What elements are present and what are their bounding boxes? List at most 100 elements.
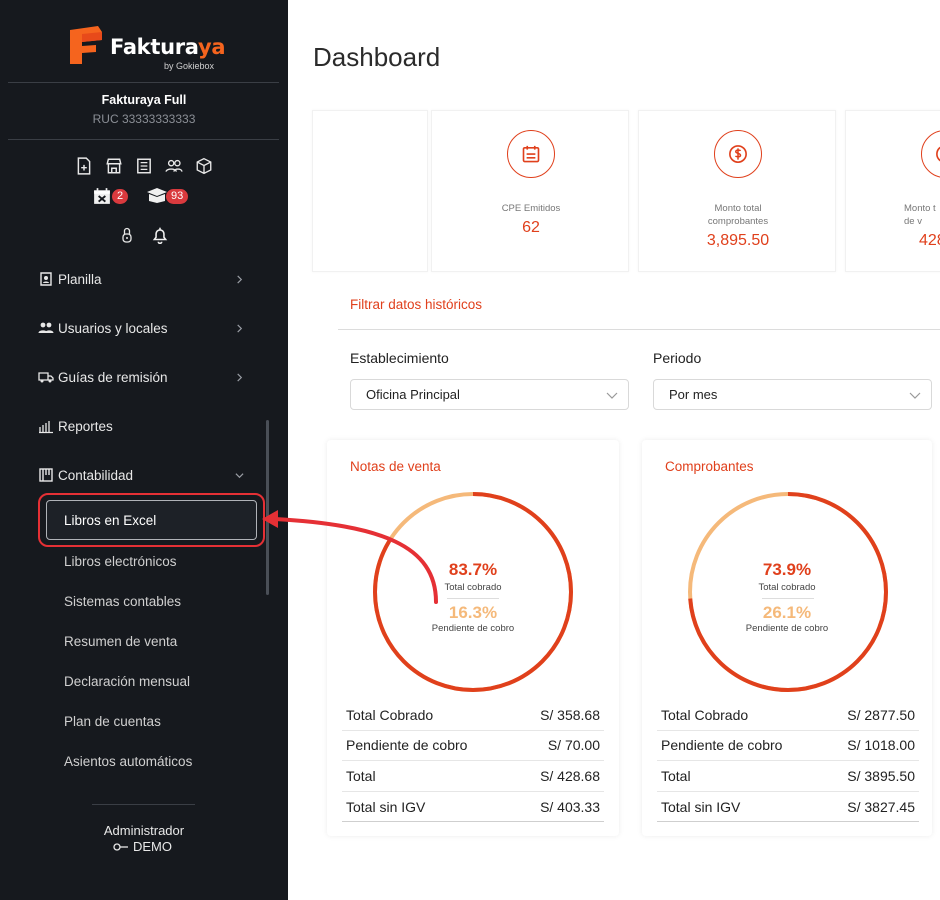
box-badge: 93: [166, 189, 189, 204]
table-row: Total sin IGV S/ 403.33: [342, 792, 604, 823]
brand-subtitle: by Gokiebox: [164, 61, 215, 71]
chevron-down-icon: [909, 392, 921, 399]
filter-title: Filtrar datos históricos: [350, 297, 483, 312]
table-row: Total S/ 3895.50: [657, 761, 919, 792]
stat-value: 3,895.50: [706, 232, 770, 249]
stat-card-monto-venta: Monto t de v 428: [845, 110, 940, 272]
box-icon[interactable]: [195, 157, 213, 175]
table-row: Total Cobrado S/ 358.68: [342, 700, 604, 731]
truck-icon: [38, 372, 54, 383]
dollar-icon: [936, 146, 940, 162]
stat-label: CPE Emitidos: [501, 203, 561, 214]
pending-label: Pendiente de cobro: [431, 623, 515, 634]
stat-value: 62: [522, 219, 540, 236]
menu-item-usuarios[interactable]: Usuarios y locales: [38, 316, 250, 340]
page-title: Dashboard: [313, 42, 441, 72]
company-name: Fakturaya Full: [101, 93, 187, 107]
period-label: Periodo: [653, 350, 702, 366]
user-role: Administrador: [103, 823, 185, 838]
key-icon: [113, 842, 128, 851]
stat-card-cpe: CPE Emitidos 62: [431, 110, 629, 272]
table-row: Pendiente de cobro S/ 70.00: [342, 731, 604, 762]
card-notas-venta: Notas de venta 83.7% Total cobrado 16.3%…: [327, 440, 619, 836]
menu-item-guias[interactable]: Guías de remisión: [38, 365, 250, 389]
system-actions: [119, 226, 169, 244]
submenu-item-plan-cuentas[interactable]: Plan de cuentas: [64, 714, 161, 729]
brand-logo[interactable]: Fakturaya by Gokiebox: [68, 24, 228, 74]
lock-icon[interactable]: [119, 226, 135, 244]
menu-item-reportes[interactable]: Reportes: [38, 414, 250, 438]
menu-item-contabilidad[interactable]: Contabilidad: [38, 463, 250, 487]
divider: [92, 804, 195, 805]
stat-label: Monto t de v: [904, 203, 936, 227]
dollar-icon: [729, 145, 747, 163]
chevron-right-icon: [237, 274, 243, 284]
company-ruc: RUC 33333333333: [92, 112, 196, 126]
stat-icon-circle: [921, 130, 940, 178]
badge-icon: [40, 272, 52, 286]
totals-table: Total Cobrado S/ 358.68 Pendiente de cobr…: [342, 700, 604, 823]
bar-chart-icon: [39, 421, 53, 434]
chevron-right-icon: [237, 323, 243, 333]
submenu-item-resumen-venta[interactable]: Resumen de venta: [64, 634, 177, 649]
ledger-icon: [39, 468, 53, 482]
calendar-badge: 2: [112, 189, 129, 204]
stat-card-monto: Monto total comprobantes 3,895.50: [638, 110, 836, 272]
submenu-item-sistemas-contables[interactable]: Sistemas contables: [64, 594, 181, 609]
submenu-item-libros-electronicos[interactable]: Libros electrónicos: [64, 554, 177, 569]
users-icon: [38, 322, 54, 333]
divider: [338, 329, 940, 330]
establishment-label: Establecimiento: [350, 350, 449, 366]
notification-badges: 2 93: [93, 185, 203, 207]
pending-percent: 16.3%: [448, 603, 498, 622]
collected-percent: 73.9%: [762, 560, 812, 579]
collected-label: Total cobrado: [758, 582, 816, 593]
store-icon[interactable]: [105, 157, 123, 175]
divider: [8, 139, 279, 140]
chevron-down-icon: [235, 472, 244, 478]
bell-icon[interactable]: [151, 226, 169, 244]
card-title: Comprobantes: [665, 459, 754, 474]
collected-percent: 83.7%: [448, 560, 498, 579]
stat-label: Monto total comprobantes: [707, 203, 769, 227]
sidebar-scrollbar[interactable]: [266, 420, 269, 595]
table-row: Total sin IGV S/ 3827.45: [657, 792, 919, 823]
menu-label: Contabilidad: [58, 467, 134, 483]
table-row: Total S/ 428.68: [342, 761, 604, 792]
divider: [762, 598, 814, 599]
pending-percent: 26.1%: [762, 603, 812, 622]
stat-icon-circle: [714, 130, 762, 178]
establishment-select[interactable]: Oficina Principal: [350, 379, 629, 410]
sidebar: Fakturaya by Gokiebox Fakturaya Full RUC…: [0, 0, 288, 900]
file-plus-icon[interactable]: [75, 157, 93, 175]
menu-label: Planilla: [58, 271, 102, 287]
table-row: Total Cobrado S/ 2877.50: [657, 700, 919, 731]
quick-actions: [75, 157, 213, 175]
divider: [447, 598, 499, 599]
receipt-icon[interactable]: [135, 157, 153, 175]
submenu-item-declaracion-mensual[interactable]: Declaración mensual: [64, 674, 190, 689]
brand-name: Fakturaya: [110, 35, 226, 59]
card-title: Notas de venta: [350, 459, 441, 474]
collected-label: Total cobrado: [444, 582, 502, 593]
period-select[interactable]: Por mes: [653, 379, 932, 410]
menu-item-planilla[interactable]: Planilla: [38, 267, 250, 291]
pending-label: Pendiente de cobro: [745, 623, 829, 634]
divider: [8, 82, 279, 83]
calendar-icon: [522, 145, 540, 163]
stat-card-blank: [312, 110, 428, 272]
stat-value: 428: [919, 232, 940, 249]
menu-label: Guías de remisión: [58, 369, 168, 385]
card-comprobantes: Comprobantes 73.9% Total cobrado 26.1% P…: [642, 440, 932, 836]
submenu-item-asientos[interactable]: Asientos automáticos: [64, 754, 192, 769]
user-name[interactable]: DEMO: [113, 839, 172, 854]
fakturaya-logo-icon: [70, 26, 102, 64]
submenu-item-libros-excel[interactable]: Libros en Excel: [64, 513, 156, 528]
menu-label: Usuarios y locales: [58, 320, 168, 336]
menu-label: Reportes: [58, 418, 113, 434]
totals-table: Total Cobrado S/ 2877.50 Pendiente de cob…: [657, 700, 919, 823]
calendar-x-icon[interactable]: [93, 187, 111, 205]
users-icon[interactable]: [165, 157, 183, 175]
stat-icon-circle: [507, 130, 555, 178]
table-row: Pendiente de cobro S/ 1018.00: [657, 731, 919, 762]
